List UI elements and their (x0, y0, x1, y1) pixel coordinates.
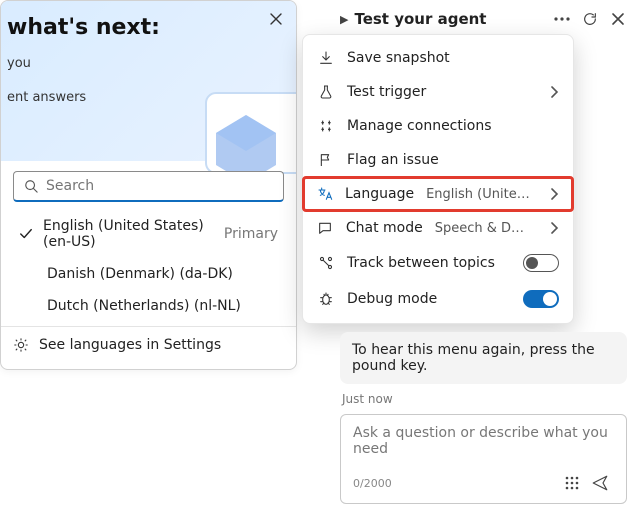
language-option-nl-nl[interactable]: Dutch (Netherlands) (nl-NL) (13, 290, 284, 322)
check-icon (19, 227, 33, 241)
agent-menu: Save snapshot Test trigger Manage connec… (302, 34, 574, 324)
language-option-en-us[interactable]: English (United States) (en-US) Primary (13, 210, 284, 258)
language-icon (317, 186, 333, 202)
compose-placeholder: Ask a question or describe what you need (353, 425, 614, 463)
caret-right-icon[interactable]: ▶ (340, 13, 348, 26)
test-agent-header: ▶ Test your agent (340, 8, 629, 30)
language-option-label: Danish (Denmark) (da-DK) (47, 266, 233, 282)
chevron-right-icon (549, 222, 559, 234)
chevron-right-icon (549, 188, 559, 200)
search-icon (24, 179, 38, 193)
debug-mode-toggle[interactable] (523, 290, 559, 308)
menu-label: Debug mode (347, 291, 437, 307)
keypad-button[interactable] (558, 469, 586, 497)
menu-chat-mode[interactable]: Chat mode Speech & DTMF (303, 211, 573, 245)
menu-flag-issue[interactable]: Flag an issue (303, 143, 573, 177)
chevron-right-icon (549, 86, 559, 98)
menu-value: English (United States) (426, 187, 531, 202)
hero-title: what's next: (7, 15, 280, 40)
language-search-input[interactable] (46, 178, 273, 194)
menu-label: Language (345, 186, 414, 202)
see-languages-settings[interactable]: See languages in Settings (1, 326, 296, 363)
gear-icon (13, 337, 29, 353)
whats-next-card: what's next: you ent answers English (Un… (0, 0, 297, 370)
bot-message-text: To hear this menu again, press the pound… (352, 342, 595, 374)
menu-label: Manage connections (347, 118, 492, 134)
language-option-label: Dutch (Netherlands) (nl-NL) (47, 298, 241, 314)
compose-box[interactable]: Ask a question or describe what you need… (340, 414, 627, 504)
bot-message: To hear this menu again, press the pound… (340, 332, 627, 384)
menu-track-topics[interactable]: Track between topics (303, 245, 573, 281)
menu-label: Test trigger (347, 84, 426, 100)
menu-manage-connections[interactable]: Manage connections (303, 109, 573, 143)
menu-label: Flag an issue (347, 152, 439, 168)
hero-subtitle-1: you (7, 54, 280, 74)
menu-label: Track between topics (347, 255, 495, 271)
language-picker: English (United States) (en-US) Primary … (1, 161, 296, 326)
chat-area: To hear this menu again, press the pound… (340, 332, 627, 504)
flag-icon (317, 152, 335, 168)
track-topics-toggle[interactable] (523, 254, 559, 272)
send-button[interactable] (586, 469, 614, 497)
menu-save-snapshot[interactable]: Save snapshot (303, 41, 573, 75)
settings-link-label: See languages in Settings (39, 337, 221, 353)
close-button[interactable] (266, 9, 286, 29)
menu-value: Speech & DTMF (435, 221, 531, 236)
more-button[interactable] (551, 8, 573, 30)
flask-icon (317, 84, 335, 100)
menu-label: Save snapshot (347, 50, 450, 66)
language-option-da-dk[interactable]: Danish (Denmark) (da-DK) (13, 258, 284, 290)
language-search[interactable] (13, 171, 284, 202)
hero-banner: what's next: you ent answers (1, 1, 296, 161)
track-icon (317, 255, 335, 271)
chat-icon (317, 220, 334, 236)
menu-label: Chat mode (346, 220, 423, 236)
connections-icon (317, 118, 335, 134)
panel-title: Test your agent (354, 10, 545, 28)
refresh-button[interactable] (579, 8, 601, 30)
primary-badge: Primary (224, 226, 278, 242)
language-option-label: English (United States) (en-US) (43, 218, 210, 250)
bug-icon (317, 291, 335, 307)
menu-debug-mode[interactable]: Debug mode (303, 281, 573, 317)
message-timestamp: Just now (342, 392, 625, 406)
download-icon (317, 50, 335, 66)
menu-language[interactable]: Language English (United States) (303, 177, 573, 211)
close-panel-button[interactable] (607, 8, 629, 30)
menu-test-trigger[interactable]: Test trigger (303, 75, 573, 109)
char-counter: 0/2000 (353, 477, 558, 490)
